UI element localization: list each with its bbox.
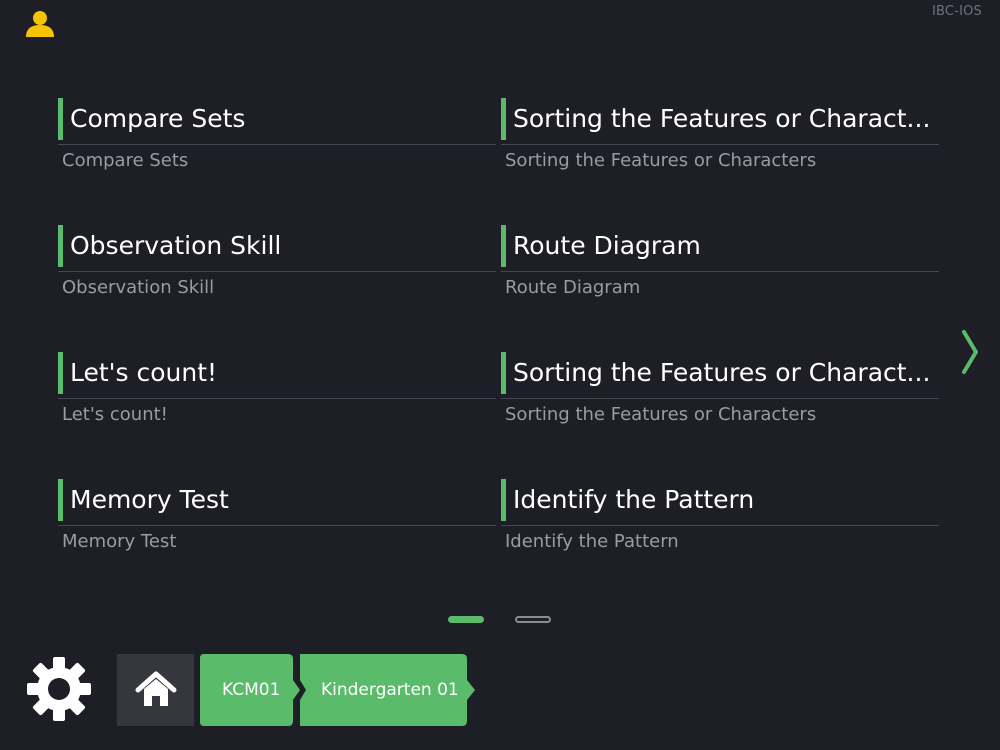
lesson-card[interactable]: Route Diagram Route Diagram [501,225,939,305]
lesson-card[interactable]: Sorting the Features or Charact... Sorti… [501,98,939,178]
chevron-right-icon [962,330,978,374]
divider [58,144,496,145]
lesson-subtitle: Sorting the Features or Characters [505,404,817,425]
user-icon[interactable] [24,8,56,40]
next-page-button[interactable] [958,328,984,376]
breadcrumb-label: Kindergarten 01 [321,680,459,700]
lesson-subtitle: Memory Test [62,531,177,552]
lesson-subtitle: Route Diagram [505,277,641,298]
home-button[interactable] [117,654,194,726]
accent-bar [58,98,63,140]
lesson-subtitle: Let's count! [62,404,168,425]
lesson-title: Identify the Pattern [513,485,755,514]
divider [501,398,939,399]
lesson-card[interactable]: Memory Test Memory Test [58,479,496,559]
home-icon [135,671,176,706]
breadcrumb-item[interactable]: Kindergarten 01 [300,654,475,726]
lesson-card[interactable]: Sorting the Features or Charact... Sorti… [501,352,939,432]
accent-bar [501,352,506,394]
lesson-title: Memory Test [70,485,229,514]
page-dot[interactable] [515,616,551,623]
lesson-card[interactable]: Compare Sets Compare Sets [58,98,496,178]
lesson-card[interactable]: Identify the Pattern Identify the Patter… [501,479,939,559]
divider [501,525,939,526]
lesson-title: Compare Sets [70,104,246,133]
lesson-subtitle: Identify the Pattern [505,531,679,552]
lesson-card[interactable]: Observation Skill Observation Skill [58,225,496,305]
breadcrumb-label: KCM01 [222,680,281,700]
divider [501,271,939,272]
page-dot-active[interactable] [448,616,484,623]
accent-bar [501,225,506,267]
accent-bar [58,225,63,267]
lesson-title: Observation Skill [70,231,282,260]
accent-bar [501,479,506,521]
lesson-title: Sorting the Features or Charact... [513,104,931,133]
settings-button[interactable] [26,656,92,722]
lesson-title: Let's count! [70,358,218,387]
lesson-subtitle: Compare Sets [62,150,189,171]
lesson-card[interactable]: Let's count! Let's count! [58,352,496,432]
lesson-subtitle: Observation Skill [62,277,215,298]
divider [58,271,496,272]
divider [58,525,496,526]
lesson-subtitle: Sorting the Features or Characters [505,150,817,171]
accent-bar [58,352,63,394]
divider [501,144,939,145]
divider [58,398,496,399]
lesson-grid: Compare Sets Compare Sets Sorting the Fe… [58,98,940,558]
accent-bar [501,98,506,140]
app-id-label: IBC-IOS [931,4,982,19]
gear-icon [27,657,91,721]
accent-bar [58,479,63,521]
lesson-title: Sorting the Features or Charact... [513,358,931,387]
breadcrumb-item[interactable]: KCM01 [200,654,300,726]
lesson-title: Route Diagram [513,231,701,260]
